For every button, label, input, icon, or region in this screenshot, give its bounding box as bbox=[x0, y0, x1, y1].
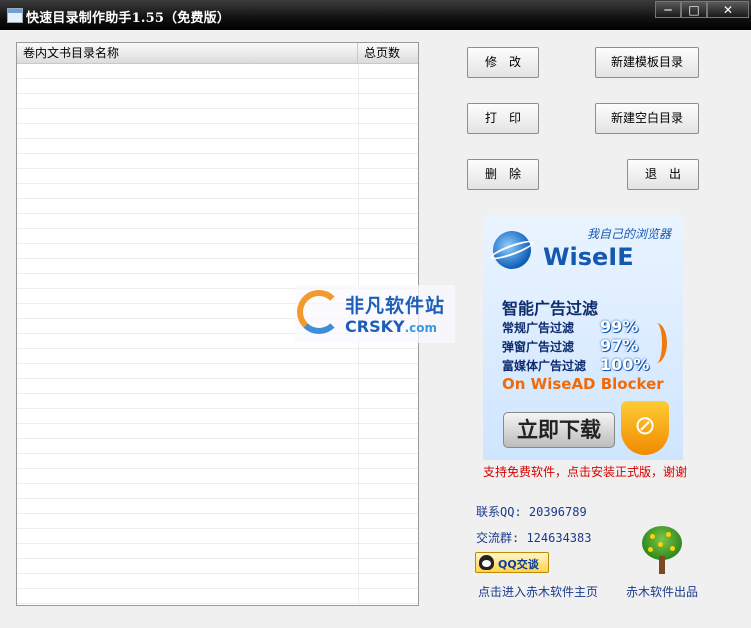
shield-block-icon bbox=[621, 401, 669, 455]
column-header-pages[interactable]: 总页数 bbox=[358, 43, 418, 63]
support-text[interactable]: 支持免费软件，点击安装正式版，谢谢 bbox=[483, 463, 687, 480]
watermark-logo: 非凡软件站 CRSKY.com bbox=[295, 285, 455, 343]
print-button[interactable]: 打 印 bbox=[467, 103, 539, 134]
new-blank-catalog-button[interactable]: 新建空白目录 bbox=[595, 103, 699, 134]
qq-chat-button[interactable]: QQ交谈 bbox=[475, 552, 549, 573]
ad-slogan: 我自己的浏览器 bbox=[587, 227, 672, 241]
new-template-catalog-button[interactable]: 新建模板目录 bbox=[595, 47, 699, 78]
contact-group: 交流群: 124634383 bbox=[476, 531, 592, 545]
tree-fruit bbox=[670, 546, 675, 551]
watermark-cn-text: 非凡软件站 bbox=[345, 295, 446, 317]
list-header: 卷内文书目录名称 总页数 bbox=[17, 43, 418, 64]
title-bar[interactable]: 快速目录制作助手1.55（免费版） ─ □ ✕ bbox=[0, 0, 751, 30]
ad-brand: WiseIE bbox=[543, 243, 634, 271]
modify-button[interactable]: 修 改 bbox=[467, 47, 539, 78]
ad-row-pct: 100% bbox=[600, 355, 650, 374]
watermark-en-suffix: .com bbox=[404, 321, 437, 335]
ad-row-pct: 97% bbox=[600, 336, 639, 355]
wiseie-globe-icon bbox=[493, 231, 531, 269]
ad-headline: 智能广告过滤 bbox=[502, 299, 599, 318]
qq-penguin-icon bbox=[479, 555, 494, 570]
qq-chat-label: QQ交谈 bbox=[498, 558, 539, 571]
window-title: 快速目录制作助手1.55（免费版） bbox=[26, 11, 231, 26]
watermark-en-main: CRSKY bbox=[345, 317, 405, 336]
exit-button[interactable]: 退 出 bbox=[627, 159, 699, 190]
app-icon bbox=[7, 8, 23, 23]
delete-button[interactable]: 删 除 bbox=[467, 159, 539, 190]
ad-arc-decoration bbox=[646, 323, 667, 363]
maximize-button[interactable]: □ bbox=[681, 1, 707, 18]
ad-row-label: 弹窗广告过滤 bbox=[502, 340, 575, 354]
publisher-link[interactable]: 赤木软件出品 bbox=[626, 583, 698, 600]
app-window: 快速目录制作助手1.55（免费版） ─ □ ✕ 卷内文书目录名称 总页数 修 改… bbox=[0, 0, 751, 628]
contact-qq: 联系QQ: 20396789 bbox=[476, 505, 587, 519]
ad-banner[interactable]: 我自己的浏览器 WiseIE 智能广告过滤 常规广告过滤 99% 弹窗广告过滤 … bbox=[483, 215, 683, 460]
tree-fruit bbox=[650, 534, 655, 539]
ad-tagline-en: On WiseAD Blocker bbox=[502, 375, 664, 393]
ad-row-pct: 99% bbox=[600, 317, 639, 336]
tree-fruit bbox=[666, 532, 671, 537]
watermark-en-text: CRSKY.com bbox=[345, 317, 437, 336]
tree-trunk bbox=[659, 556, 665, 574]
homepage-link[interactable]: 点击进入赤木软件主页 bbox=[478, 583, 598, 600]
close-button[interactable]: ✕ bbox=[707, 1, 749, 18]
swirl-logo-icon bbox=[297, 290, 341, 334]
tree-fruit bbox=[658, 542, 663, 547]
tree-fruit bbox=[648, 547, 653, 552]
column-header-title[interactable]: 卷内文书目录名称 bbox=[17, 43, 358, 63]
tree-logo-icon bbox=[640, 526, 684, 574]
ad-row-label: 富媒体广告过滤 bbox=[502, 359, 587, 373]
ad-download-button[interactable]: 立即下载 bbox=[503, 412, 615, 448]
ad-row-label: 常规广告过滤 bbox=[502, 321, 575, 335]
minimize-button[interactable]: ─ bbox=[655, 1, 681, 18]
